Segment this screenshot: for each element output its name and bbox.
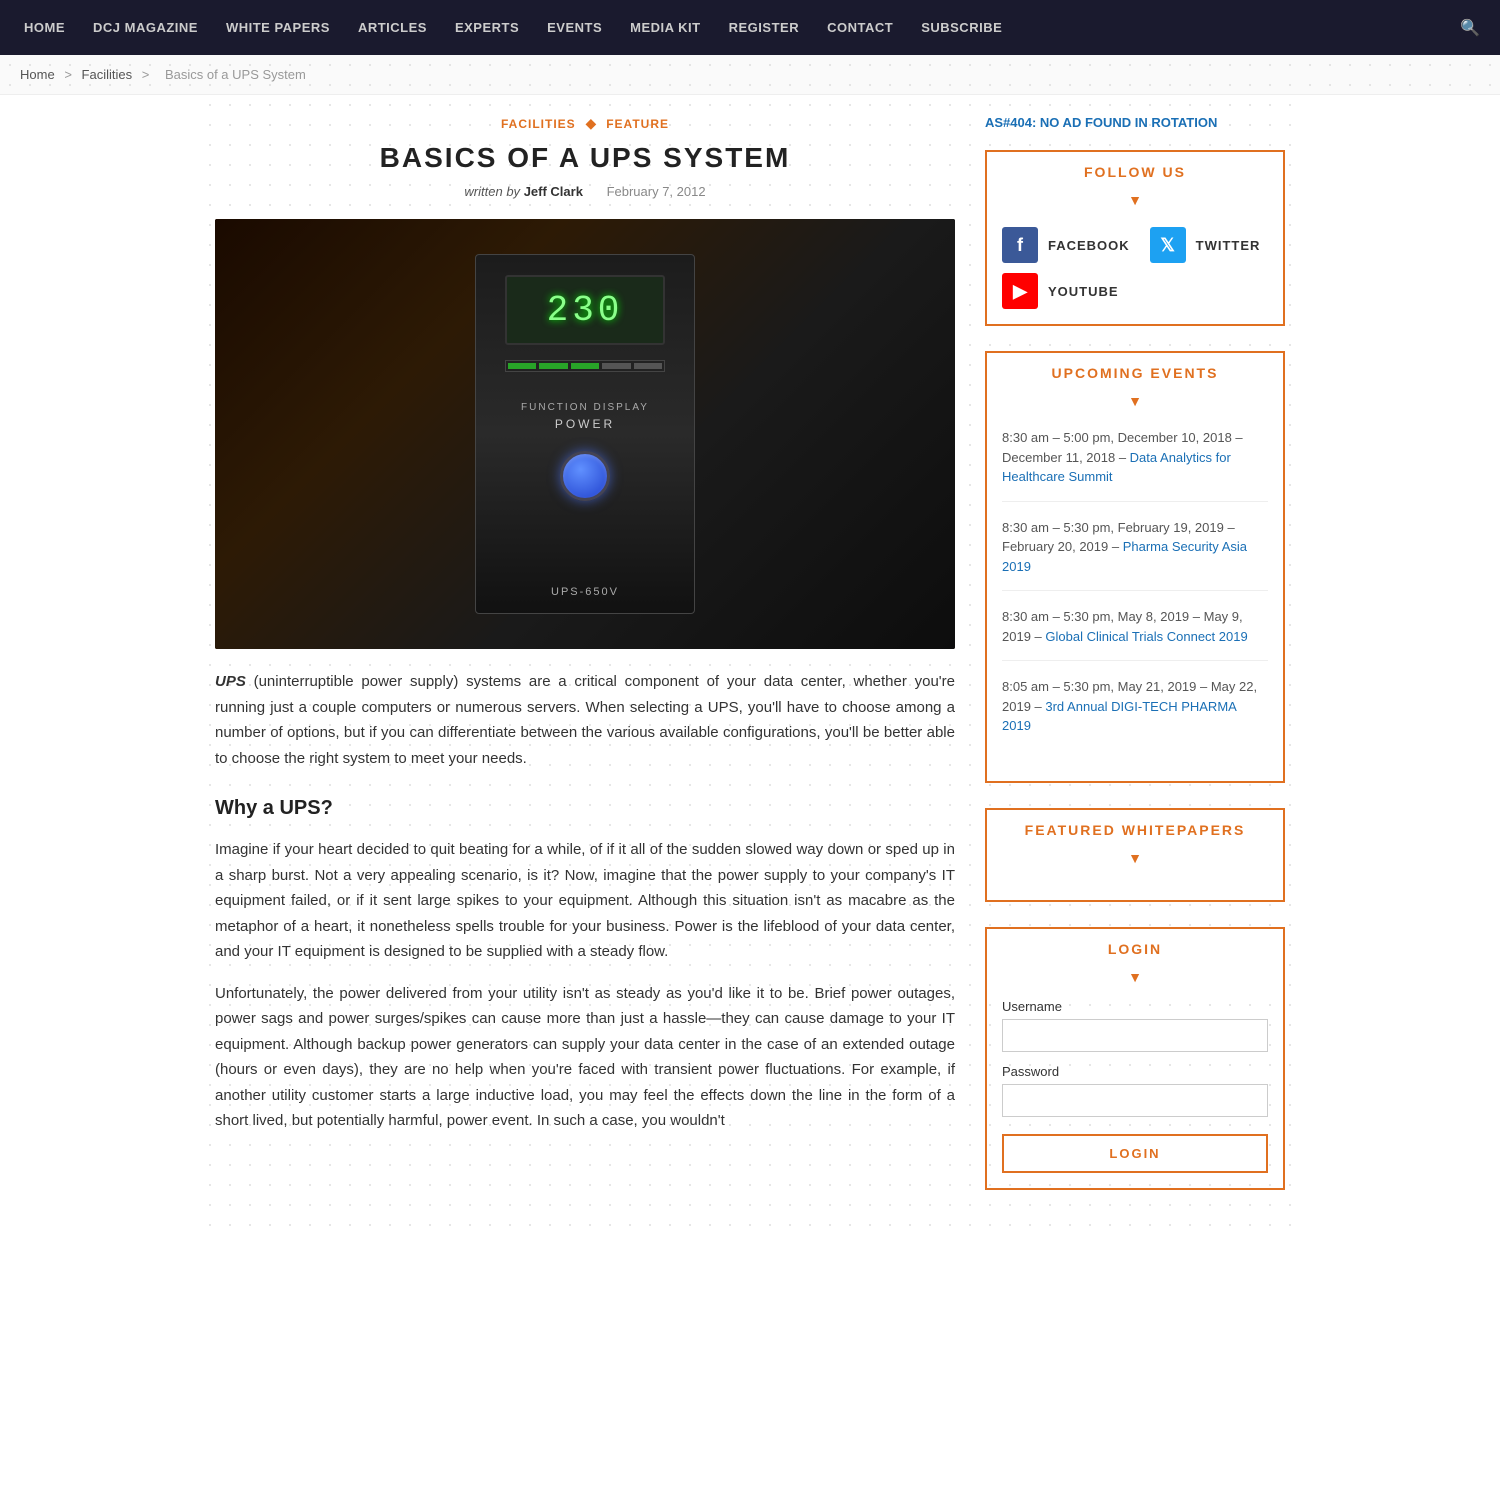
login-form: Username Password LOGIN xyxy=(987,989,1283,1188)
featured-whitepapers-arrow: ▼ xyxy=(987,850,1283,870)
article-date: February 7, 2012 xyxy=(607,184,706,199)
search-icon[interactable]: 🔍 xyxy=(1450,18,1490,38)
facebook-label: FACEBOOK xyxy=(1048,238,1130,253)
breadcrumb-current: Basics of a UPS System xyxy=(165,67,306,82)
login-button[interactable]: LOGIN xyxy=(1002,1134,1268,1173)
nav-articles[interactable]: ARTICLES xyxy=(344,0,441,55)
username-group: Username xyxy=(1002,999,1268,1052)
ups-bar-2 xyxy=(539,363,567,369)
password-label: Password xyxy=(1002,1064,1268,1079)
nav-register[interactable]: REGISTER xyxy=(715,0,813,55)
featured-whitepapers-body xyxy=(987,870,1283,900)
breadcrumb-facilities[interactable]: Facilities xyxy=(82,67,133,82)
follow-us-body: f FACEBOOK 𝕏 TWITTER ▶ YOUTUBE xyxy=(987,212,1283,324)
twitter-icon: 𝕏 xyxy=(1150,227,1186,263)
article-paragraph-2: Imagine if your heart decided to quit be… xyxy=(215,837,955,965)
nav-dcj-magazine[interactable]: DCJ MAGAZINE xyxy=(79,0,212,55)
ups-bar-3 xyxy=(571,363,599,369)
facebook-icon: f xyxy=(1002,227,1038,263)
nav-experts[interactable]: EXPERTS xyxy=(441,0,533,55)
event-item-4: 8:05 am – 5:30 pm, May 21, 2019 – May 22… xyxy=(1002,677,1268,750)
social-links: f FACEBOOK 𝕏 TWITTER ▶ YOUTUBE xyxy=(1002,227,1268,309)
follow-us-title: FOLLOW US xyxy=(999,164,1271,180)
social-row-2: ▶ YOUTUBE xyxy=(1002,273,1268,309)
upcoming-events-title: UPCOMING EVENTS xyxy=(999,365,1271,381)
article-image: 230 FUNCTION DISPLAY POWER UPS-650V xyxy=(215,219,955,649)
widget-upcoming-events: UPCOMING EVENTS ▼ 8:30 am – 5:00 pm, Dec… xyxy=(985,351,1285,783)
follow-us-title-bar: FOLLOW US xyxy=(987,152,1283,194)
ups-bar-indicators xyxy=(505,360,665,372)
article-paragraph-3: Unfortunately, the power delivered from … xyxy=(215,981,955,1134)
ups-func-label: FUNCTION DISPLAY xyxy=(521,402,649,413)
login-title: LOGIN xyxy=(999,941,1271,957)
upcoming-events-arrow: ▼ xyxy=(987,393,1283,413)
event-item-1: 8:30 am – 5:00 pm, December 10, 2018 – D… xyxy=(1002,428,1268,502)
tag-feature[interactable]: FEATURE xyxy=(606,117,669,131)
article-tags: FACILITIES ◆ FEATURE xyxy=(215,115,955,132)
tag-facilities[interactable]: FACILITIES xyxy=(501,117,576,131)
youtube-label: YOUTUBE xyxy=(1048,284,1119,299)
breadcrumb-sep1: > xyxy=(64,67,72,82)
nav-white-papers[interactable]: WHITE PAPERS xyxy=(212,0,344,55)
username-label: Username xyxy=(1002,999,1268,1014)
breadcrumb: Home > Facilities > Basics of a UPS Syst… xyxy=(0,55,1500,95)
facebook-link[interactable]: f FACEBOOK xyxy=(1002,227,1130,263)
widget-login: LOGIN ▼ Username Password LOGIN xyxy=(985,927,1285,1190)
login-arrow: ▼ xyxy=(987,969,1283,989)
sidebar-ad: AS#404: NO AD FOUND IN ROTATION xyxy=(985,115,1285,130)
article-title: BASICS OF A UPS SYSTEM xyxy=(215,142,955,174)
tag-separator: ◆ xyxy=(586,115,597,131)
nav-subscribe[interactable]: SUBSCRIBE xyxy=(907,0,1016,55)
article-meta: written by Jeff Clark February 7, 2012 xyxy=(215,184,955,199)
article-ups-em: UPS xyxy=(215,673,246,690)
article-author: Jeff Clark xyxy=(524,184,583,199)
ups-display: 230 xyxy=(505,275,665,345)
event-item-2: 8:30 am – 5:30 pm, February 19, 2019 – F… xyxy=(1002,518,1268,592)
article-written-by: written by Jeff Clark xyxy=(464,184,586,199)
article-paragraph-1: UPS (uninterruptible power supply) syste… xyxy=(215,669,955,771)
ups-device-image: 230 FUNCTION DISPLAY POWER UPS-650V xyxy=(215,219,955,649)
article-h2-why: Why a UPS? xyxy=(215,791,955,825)
event-3-link[interactable]: Global Clinical Trials Connect 2019 xyxy=(1045,629,1247,644)
ups-power-button xyxy=(560,451,610,501)
widget-featured-whitepapers: FEATURED WHITEPAPERS ▼ xyxy=(985,808,1285,902)
featured-whitepapers-title: FEATURED WHITEPAPERS xyxy=(999,822,1271,838)
upcoming-events-title-bar: UPCOMING EVENTS xyxy=(987,353,1283,395)
main-content: FACILITIES ◆ FEATURE BASICS OF A UPS SYS… xyxy=(215,115,955,1215)
twitter-label: TWITTER xyxy=(1196,238,1261,253)
article-body: UPS (uninterruptible power supply) syste… xyxy=(215,669,955,1134)
ups-power-label: POWER xyxy=(555,417,615,431)
sidebar: AS#404: NO AD FOUND IN ROTATION FOLLOW U… xyxy=(985,115,1285,1215)
main-nav: HOME DCJ MAGAZINE WHITE PAPERS ARTICLES … xyxy=(0,0,1500,55)
widget-follow-us: FOLLOW US ▼ f FACEBOOK 𝕏 TWITTER xyxy=(985,150,1285,326)
nav-events[interactable]: EVENTS xyxy=(533,0,616,55)
username-input[interactable] xyxy=(1002,1019,1268,1052)
nav-contact[interactable]: CONTACT xyxy=(813,0,907,55)
password-group: Password xyxy=(1002,1064,1268,1117)
password-input[interactable] xyxy=(1002,1084,1268,1117)
twitter-link[interactable]: 𝕏 TWITTER xyxy=(1150,227,1261,263)
event-item-3: 8:30 am – 5:30 pm, May 8, 2019 – May 9, … xyxy=(1002,607,1268,661)
upcoming-events-body: 8:30 am – 5:00 pm, December 10, 2018 – D… xyxy=(987,413,1283,781)
featured-whitepapers-title-bar: FEATURED WHITEPAPERS xyxy=(987,810,1283,852)
breadcrumb-sep2: > xyxy=(142,67,150,82)
ups-bar-5 xyxy=(634,363,662,369)
breadcrumb-home[interactable]: Home xyxy=(20,67,55,82)
social-row-1: f FACEBOOK 𝕏 TWITTER xyxy=(1002,227,1268,263)
login-title-bar: LOGIN xyxy=(987,929,1283,971)
ups-bar-4 xyxy=(602,363,630,369)
youtube-link[interactable]: ▶ YOUTUBE xyxy=(1002,273,1119,309)
ups-bar-1 xyxy=(508,363,536,369)
ups-device: 230 FUNCTION DISPLAY POWER UPS-650V xyxy=(475,254,695,614)
page-wrap: FACILITIES ◆ FEATURE BASICS OF A UPS SYS… xyxy=(200,95,1300,1235)
ups-model-label: UPS-650V xyxy=(551,586,619,598)
nav-home[interactable]: HOME xyxy=(10,0,79,55)
article-p1-text: (uninterruptible power supply) systems a… xyxy=(215,673,955,767)
nav-media-kit[interactable]: MEDIA KIT xyxy=(616,0,714,55)
follow-us-arrow: ▼ xyxy=(987,192,1283,212)
youtube-icon: ▶ xyxy=(1002,273,1038,309)
